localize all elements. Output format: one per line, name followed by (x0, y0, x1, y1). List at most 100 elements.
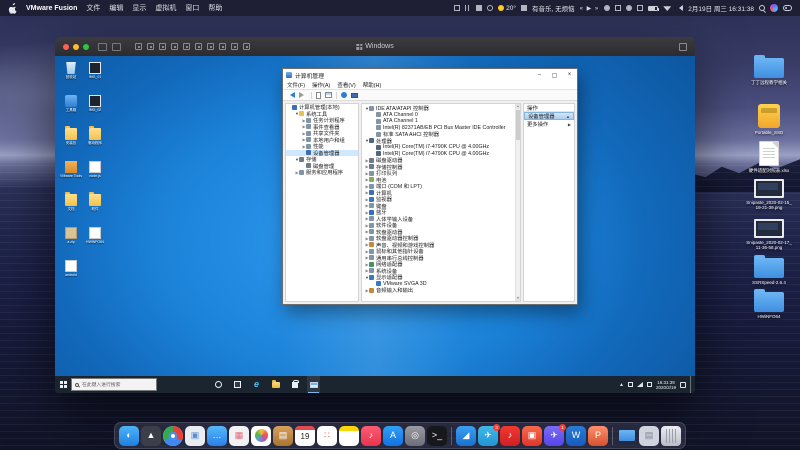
computer-icon[interactable] (351, 93, 358, 98)
cm-menu[interactable]: 查看(V) (337, 81, 355, 89)
dock-terminal[interactable]: >_ (427, 426, 447, 446)
desktop-icon-image[interactable]: Snipaste_2020-02-17_11-36-58.png (744, 219, 794, 250)
cm-menu[interactable]: 操作(A) (312, 81, 330, 89)
wrench-icon[interactable] (135, 43, 142, 50)
show-desktop-button[interactable] (690, 376, 693, 393)
cm-menu[interactable]: 帮助(H) (363, 81, 382, 89)
desktop-icon-folder[interactable]: 丁丁远程教学相关 (744, 58, 794, 85)
cm-menu[interactable]: 文件(F) (287, 81, 305, 89)
dock-finder[interactable]: ◐ (119, 426, 139, 446)
lock-icon[interactable] (159, 43, 166, 50)
utility-status-icon[interactable] (487, 5, 493, 11)
minimize-button[interactable]: – (532, 69, 547, 81)
heart-status-icon[interactable] (604, 5, 610, 11)
device-tree-item[interactable]: ▶音频输入和输出 (363, 287, 520, 294)
menubar-menu[interactable]: 窗口 (185, 3, 199, 13)
taskbar-clock[interactable]: 16:31:39 2020/2/19 (656, 380, 676, 390)
volume-icon[interactable] (676, 5, 683, 11)
music-app-status-icon[interactable] (626, 5, 632, 11)
menubar-menu[interactable]: 编辑 (109, 3, 123, 13)
dock-reminders[interactable]: ∷ (317, 426, 337, 446)
music-title[interactable]: 有音乐, 无烦恼 (532, 3, 575, 13)
vm-desktop-icon[interactable]: IMG_02 (84, 95, 106, 112)
dock-photos[interactable] (251, 426, 271, 446)
back-icon[interactable] (287, 92, 295, 98)
taskbar-app-store[interactable] (288, 376, 301, 393)
minimize-traffic-light[interactable] (73, 44, 79, 50)
help-icon[interactable] (341, 92, 347, 98)
vm-desktop-icon[interactable]: node.js (84, 161, 106, 178)
dock-powerpoint[interactable]: P (588, 426, 608, 446)
vm-desktop-icon[interactable]: 安装包 (60, 128, 82, 145)
camera-status-icon[interactable] (521, 5, 527, 11)
fullscreen-button[interactable] (679, 43, 687, 51)
control-center-icon[interactable] (783, 5, 792, 11)
console-tree-item[interactable]: ▶服务和应用程序 (286, 169, 358, 176)
dock-documents-stack[interactable]: ▤ (639, 426, 659, 446)
scroll-down-icon[interactable]: ▼ (516, 296, 520, 301)
dock-netease-music[interactable]: ♪ (500, 426, 520, 446)
usb-icon[interactable] (219, 43, 226, 50)
dock-preview[interactable]: ▣ (185, 426, 205, 446)
vm-desktop-icon[interactable]: VMware Tools (60, 161, 82, 178)
window-icon[interactable] (195, 43, 202, 50)
dock-notes[interactable] (339, 426, 359, 446)
devices-icon[interactable] (207, 43, 214, 50)
dock-paper-plane-app[interactable]: ✈1 (544, 426, 564, 446)
collapse-icon[interactable]: ▲ (566, 114, 570, 119)
grid-status-icon[interactable] (615, 5, 621, 11)
menubar-menu[interactable]: 文件 (86, 3, 100, 13)
export-list-icon[interactable] (316, 92, 321, 99)
dock-calendar[interactable]: 19 (295, 426, 315, 446)
vm-desktop-icon[interactable]: HWiNFO64 (84, 227, 106, 244)
expand-icon[interactable]: ▶ (568, 122, 571, 127)
sidebar-toggle-button[interactable] (98, 43, 107, 51)
menubar-menu[interactable]: 帮助 (208, 3, 222, 13)
desktop-icon-drive[interactable]: Portable_SSD (744, 104, 794, 135)
desktop-icon-folder[interactable]: HWiNFO64 (744, 292, 794, 319)
vm-desktop-icon[interactable]: 软件 (84, 194, 106, 211)
forward-icon[interactable] (299, 92, 307, 98)
taskbar-app-computer-management[interactable] (307, 376, 320, 393)
tray-app-icon[interactable] (628, 382, 633, 387)
actions-more[interactable]: 更多操作 ▶ (524, 120, 574, 128)
power-icon[interactable] (171, 43, 178, 50)
dock-app-store[interactable]: A (383, 426, 403, 446)
vm-desktop-icon[interactable]: 工具箱 (60, 95, 82, 112)
desktop-icon-image[interactable]: Snipaste_2020-02-15_19-21-39.png (744, 179, 794, 210)
vm-desktop-icon[interactable]: IMG_01 (84, 62, 106, 79)
dock-screen-share[interactable]: ▣ (522, 426, 542, 446)
dock-system-preferences[interactable]: ◎ (405, 426, 425, 446)
menubar-app-name[interactable]: VMware Fusion (26, 5, 77, 12)
vertical-scrollbar[interactable]: ▲ ▼ (515, 104, 520, 301)
vm-desktop-icon[interactable]: a.zip (60, 227, 82, 244)
menubar-clock[interactable]: 2月19日 周三 16:31:38 (688, 3, 754, 13)
show-window-icon[interactable] (325, 92, 332, 98)
action-center-icon[interactable] (680, 382, 686, 388)
media-keys[interactable]: « ▶ » (580, 5, 600, 12)
dock-word[interactable]: W (566, 426, 586, 446)
dock-downloads-folder[interactable] (617, 426, 637, 446)
vmware-titlebar[interactable]: Windows (55, 37, 695, 56)
battery-icon[interactable] (648, 6, 658, 11)
menubar-menu[interactable]: 虚拟机 (155, 3, 176, 13)
dock-telegram[interactable]: ✈3 (478, 426, 498, 446)
tray-overflow-icon[interactable]: ▲ (619, 382, 624, 388)
zoom-traffic-light[interactable] (83, 44, 89, 50)
dock-music[interactable]: ♪ (361, 426, 381, 446)
actions-device-manager[interactable]: 设备管理器 ▲ (524, 112, 574, 120)
sound-icon[interactable] (243, 43, 250, 50)
wifi-icon[interactable] (663, 5, 671, 11)
dock-trash[interactable] (661, 426, 681, 446)
desktop-icon-folder[interactable]: SSRSpeed-2.6.4 (744, 258, 794, 285)
dock-vscode[interactable]: ◢ (456, 426, 476, 446)
menubar-menu[interactable]: 显示 (132, 3, 146, 13)
taskbar-search-input[interactable]: 在此键入进行搜索 (71, 378, 157, 391)
dock-messages[interactable]: … (207, 426, 227, 446)
spotlight-icon[interactable] (759, 5, 765, 11)
dock-utility-app[interactable]: ▦ (229, 426, 249, 446)
vm-desktop-icon[interactable]: 驱动程序 (84, 128, 106, 145)
maximize-button[interactable]: ▢ (547, 69, 562, 81)
start-button[interactable] (55, 376, 71, 393)
camera-icon[interactable] (183, 43, 190, 50)
